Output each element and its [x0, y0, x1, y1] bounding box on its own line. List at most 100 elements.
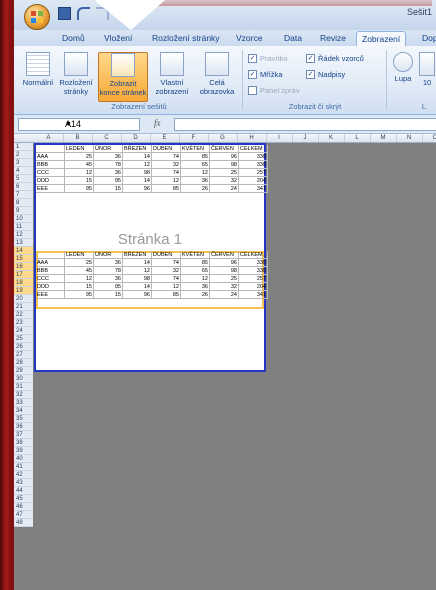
cell[interactable]: 341 — [239, 185, 268, 193]
cell[interactable]: 95 — [94, 283, 123, 291]
cell[interactable]: LEDEN — [65, 145, 94, 153]
row-header-1[interactable]: 1 — [14, 143, 33, 151]
cell[interactable]: 74 — [152, 169, 181, 177]
row-header-8[interactable]: 8 — [14, 199, 33, 207]
cell[interactable]: KVĚTEN — [181, 251, 210, 259]
cell[interactable]: 341 — [239, 291, 268, 299]
page-break-preview-button[interactable]: Zobrazit konce stránek — [98, 52, 148, 102]
row-header-7[interactable]: 7 — [14, 191, 33, 199]
row-header-24[interactable]: 24 — [14, 327, 33, 335]
cell[interactable]: 12 — [152, 177, 181, 185]
cell[interactable] — [36, 145, 65, 153]
column-header-D[interactable]: D — [121, 134, 151, 142]
normal-view-button[interactable]: Normální — [20, 52, 56, 87]
cell[interactable]: 95 — [65, 185, 94, 193]
cell[interactable]: 36 — [94, 259, 123, 267]
row-header-13[interactable]: 13 — [14, 239, 33, 247]
cell[interactable]: 12 — [123, 267, 152, 275]
fx-icon[interactable]: fx — [154, 118, 161, 128]
cell[interactable]: 98 — [210, 267, 239, 275]
column-header-I[interactable]: I — [266, 134, 293, 142]
cell[interactable]: CELKEM — [239, 145, 268, 153]
row-header-14[interactable]: 14 — [14, 247, 33, 255]
row-header-39[interactable]: 39 — [14, 447, 33, 455]
cell[interactable]: 15 — [94, 291, 123, 299]
cell[interactable]: 85 — [152, 185, 181, 193]
cell[interactable]: 24 — [210, 291, 239, 299]
cell[interactable]: 26 — [181, 185, 210, 193]
zoom-button[interactable]: Lupa — [390, 52, 416, 83]
formula-bar-checkbox[interactable]: ✓ Řádek vzorců — [306, 54, 364, 63]
cell[interactable]: 14 — [123, 283, 152, 291]
page-layout-button[interactable]: Rozložení stránky — [58, 52, 94, 96]
column-header-L[interactable]: L — [344, 134, 371, 142]
cell[interactable]: 45 — [65, 161, 94, 169]
column-header-J[interactable]: J — [292, 134, 319, 142]
ruler-checkbox[interactable]: ✓ Pravítko — [248, 54, 288, 63]
cell[interactable]: CELKEM — [239, 251, 268, 259]
cell[interactable]: 12 — [152, 283, 181, 291]
cell[interactable]: 14 — [123, 259, 152, 267]
cell[interactable]: 74 — [152, 275, 181, 283]
cell[interactable]: 12 — [181, 169, 210, 177]
cell[interactable]: 95 — [65, 291, 94, 299]
headings-checkbox[interactable]: ✓ Nadpisy — [306, 70, 345, 79]
cell[interactable]: BBB — [36, 161, 65, 169]
cell[interactable]: 74 — [152, 153, 181, 161]
row-header-37[interactable]: 37 — [14, 431, 33, 439]
cell[interactable]: 32 — [152, 267, 181, 275]
row-header-29[interactable]: 29 — [14, 367, 33, 375]
cell[interactable]: 65 — [181, 267, 210, 275]
column-header-O[interactable]: O — [422, 134, 436, 142]
cell[interactable]: 74 — [152, 259, 181, 267]
chevron-down-icon[interactable]: ▼ — [65, 119, 137, 130]
cell[interactable]: 12 — [65, 169, 94, 177]
cell[interactable]: BBB — [36, 267, 65, 275]
cell[interactable]: CCC — [36, 275, 65, 283]
column-header-G[interactable]: G — [208, 134, 238, 142]
cell[interactable]: 12 — [65, 275, 94, 283]
cell[interactable]: 15 — [65, 177, 94, 185]
row-header-23[interactable]: 23 — [14, 319, 33, 327]
cell[interactable]: 36 — [94, 275, 123, 283]
tab-data[interactable]: Data — [284, 33, 302, 43]
undo-icon[interactable] — [77, 7, 90, 20]
cell[interactable]: 25 — [210, 275, 239, 283]
row-header-12[interactable]: 12 — [14, 231, 33, 239]
column-header-B[interactable]: B — [63, 134, 93, 142]
cell[interactable]: DUBEN — [152, 251, 181, 259]
cell[interactable]: ČERVEN — [210, 145, 239, 153]
row-header-27[interactable]: 27 — [14, 351, 33, 359]
cell[interactable]: 78 — [94, 161, 123, 169]
cell[interactable]: 65 — [181, 161, 210, 169]
gridlines-checkbox[interactable]: ✓ Mřížka — [248, 70, 283, 79]
custom-views-button[interactable]: Vlastní zobrazení — [150, 52, 194, 96]
cell[interactable] — [36, 251, 65, 259]
cell[interactable]: 36 — [94, 153, 123, 161]
row-header-28[interactable]: 28 — [14, 359, 33, 367]
row-header-10[interactable]: 10 — [14, 215, 33, 223]
row-header-48[interactable]: 48 — [14, 519, 33, 527]
cell[interactable]: EEE — [36, 185, 65, 193]
row-header-9[interactable]: 9 — [14, 207, 33, 215]
row-header-46[interactable]: 46 — [14, 503, 33, 511]
row-header-32[interactable]: 32 — [14, 391, 33, 399]
cell[interactable]: DDD — [36, 177, 65, 185]
cell[interactable]: 32 — [210, 283, 239, 291]
cell[interactable]: 45 — [65, 267, 94, 275]
cell[interactable]: 14 — [123, 177, 152, 185]
cell[interactable]: 12 — [123, 161, 152, 169]
row-header-43[interactable]: 43 — [14, 479, 33, 487]
cell[interactable]: 15 — [65, 283, 94, 291]
tab-domu[interactable]: Domů — [62, 33, 85, 43]
zoom-100-button[interactable]: 10 — [418, 52, 436, 87]
column-header-H[interactable]: H — [237, 134, 267, 142]
office-button[interactable] — [24, 4, 50, 30]
tab-zobrazeni[interactable]: Zobrazení — [356, 31, 407, 47]
row-header-4[interactable]: 4 — [14, 167, 33, 175]
cell[interactable]: 96 — [210, 153, 239, 161]
formula-input[interactable] — [174, 118, 436, 131]
row-header-30[interactable]: 30 — [14, 375, 33, 383]
cell[interactable]: ÚNOR — [94, 145, 123, 153]
cell[interactable]: 330 — [239, 267, 268, 275]
